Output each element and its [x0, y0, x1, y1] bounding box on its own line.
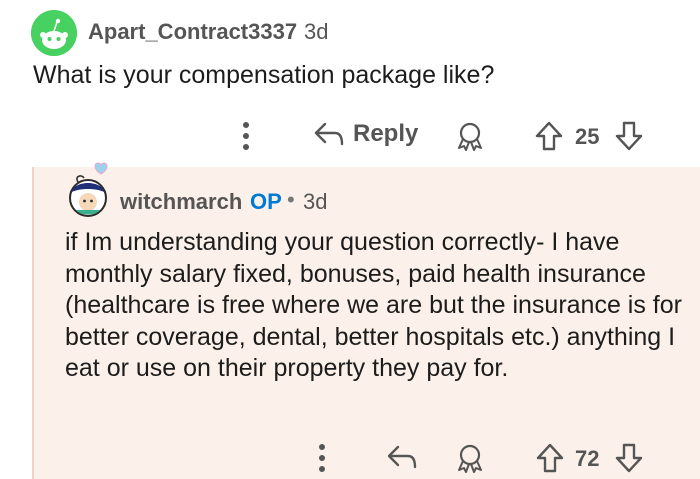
- comment-age: 3d: [304, 19, 329, 44]
- more-options-button[interactable]: [316, 442, 328, 474]
- vote-score: 72: [575, 446, 600, 471]
- award-icon: [458, 444, 482, 473]
- downvote-button[interactable]: [614, 442, 644, 474]
- comment-author[interactable]: witchmarch: [120, 189, 242, 215]
- reply-arrow-icon: [314, 122, 344, 146]
- reply-button[interactable]: Reply: [313, 120, 418, 148]
- witch-avatar-icon: [69, 162, 108, 217]
- upvote-arrow-icon: [535, 121, 563, 151]
- award-icon: [458, 122, 482, 151]
- reply-arrow-icon: [387, 445, 417, 469]
- comment-body: if Im understanding your question correc…: [65, 228, 682, 382]
- more-vertical-icon: [319, 444, 325, 472]
- reply-button[interactable]: [386, 443, 418, 471]
- downvote-arrow-icon: [615, 443, 643, 473]
- op-badge: OP: [250, 189, 282, 214]
- downvote-arrow-icon: [615, 121, 643, 151]
- avatar[interactable]: [31, 10, 77, 56]
- snoo-avatar-icon: [31, 10, 77, 56]
- parent-comment: Apart_Contract3337 3d What is your compe…: [0, 0, 700, 167]
- award-button[interactable]: [455, 443, 485, 473]
- more-options-button[interactable]: [240, 120, 252, 152]
- downvote-button[interactable]: [614, 120, 644, 152]
- reply-label: Reply: [353, 120, 419, 147]
- vote-score: 25: [575, 124, 600, 149]
- comment-author[interactable]: Apart_Contract3337: [88, 19, 297, 45]
- upvote-button[interactable]: [535, 442, 565, 474]
- upvote-button[interactable]: [534, 120, 564, 152]
- avatar[interactable]: [66, 160, 110, 220]
- meta-separator: •: [287, 187, 295, 212]
- comment-age: 3d: [303, 189, 328, 214]
- award-button[interactable]: [455, 121, 485, 151]
- comment-body: What is your compensation package like?: [33, 61, 495, 89]
- upvote-arrow-icon: [536, 443, 564, 473]
- more-vertical-icon: [243, 122, 249, 150]
